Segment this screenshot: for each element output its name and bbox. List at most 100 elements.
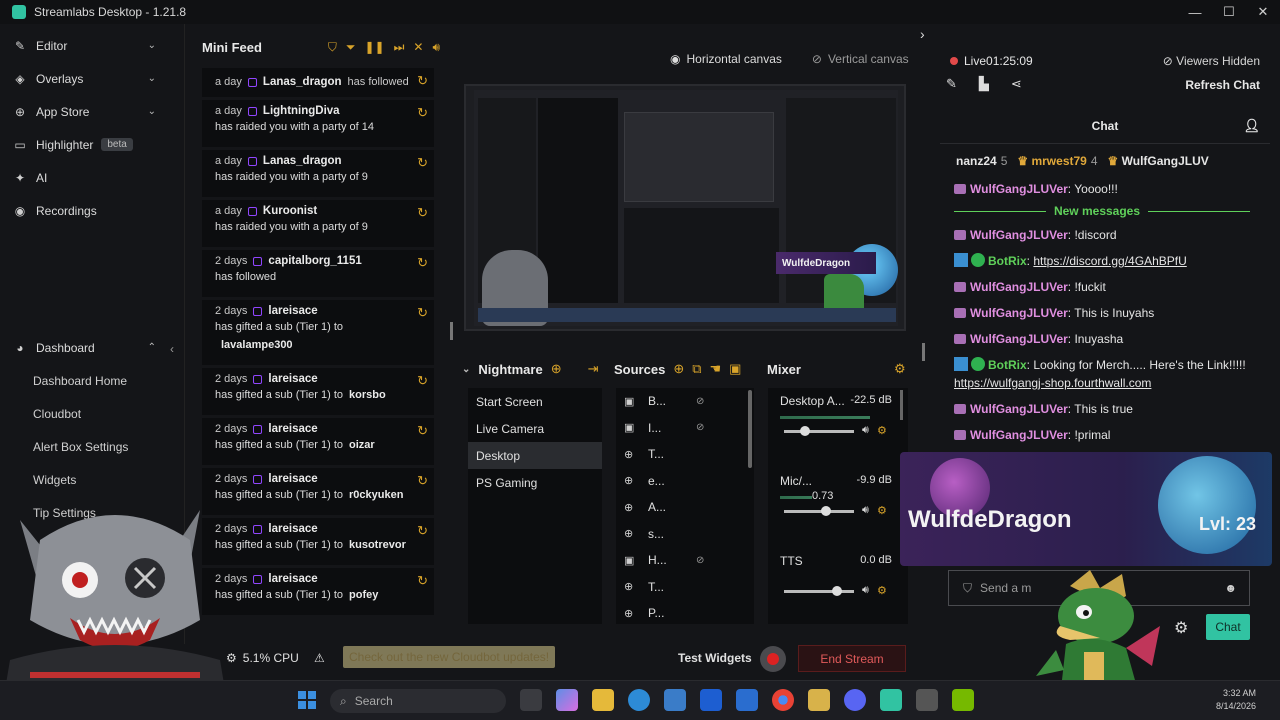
source-item[interactable]: ⊕ T...: [616, 574, 754, 601]
shield-icon[interactable]: ⛉: [328, 40, 337, 55]
volume-icon[interactable]: 🔊︎: [862, 504, 869, 517]
scene-transition-icon[interactable]: ⇥: [588, 361, 599, 377]
feed-item[interactable]: 2 days lareisace has gifted a sub (Tier 1)…: [202, 568, 434, 615]
discord-icon[interactable]: [844, 689, 866, 711]
replay-icon[interactable]: ↻: [417, 73, 428, 89]
chat-link[interactable]: https://wulfgangj-shop.fourthwall.com: [954, 376, 1151, 390]
preview-resize-handle[interactable]: [922, 343, 925, 361]
gear-icon[interactable]: ⚙: [877, 424, 887, 437]
sources-scrollbar[interactable]: [748, 390, 752, 468]
volume-icon[interactable]: 🔊︎: [432, 40, 440, 55]
source-item[interactable]: ▣ I... ⊘: [616, 415, 754, 442]
share-icon[interactable]: ⋖: [1011, 76, 1022, 92]
source-item[interactable]: ⊕ e...: [616, 468, 754, 495]
add-scene-icon[interactable]: ⊕: [551, 361, 562, 377]
source-item[interactable]: ▣ H... ⊘: [616, 547, 754, 574]
source-folder-icon[interactable]: ▣: [729, 361, 741, 377]
feed-item[interactable]: 2 days capitalborg_1151 has followed ↻: [202, 250, 434, 297]
scene-item[interactable]: PS Gaming: [468, 469, 602, 496]
volume-slider-knob[interactable]: [821, 506, 831, 516]
chat-username[interactable]: WulfGangJLUVer: [970, 306, 1068, 320]
replay-icon[interactable]: ↻: [417, 305, 428, 321]
volume-icon[interactable]: 🔊︎: [862, 584, 869, 597]
refresh-chat-button[interactable]: Refresh Chat: [1185, 78, 1260, 92]
pause-icon[interactable]: ❚❚: [364, 40, 384, 55]
cloudbot-notice[interactable]: Check out the new Cloudbot updates!: [343, 646, 556, 668]
streamlabs-taskbar-icon[interactable]: [880, 689, 902, 711]
replay-icon[interactable]: ↻: [417, 105, 428, 121]
feed-item[interactable]: 2 days lareisace has gifted a sub (Tier 1)…: [202, 468, 434, 515]
store-icon[interactable]: ▙: [979, 76, 989, 92]
source-item[interactable]: ⊕ A...: [616, 494, 754, 521]
feed-item[interactable]: 2 days lareisace has gifted a sub (Tier 1)…: [202, 300, 434, 365]
outlook-icon[interactable]: [736, 689, 758, 711]
maximize-button[interactable]: ☐: [1212, 0, 1246, 24]
feed-scrollbar[interactable]: [450, 322, 453, 340]
dropbox-icon[interactable]: [700, 689, 722, 711]
sidebar-item-widgets[interactable]: Widgets: [0, 463, 184, 496]
collapse-chat-icon[interactable]: ›: [920, 26, 925, 42]
mute-alerts-icon[interactable]: ✕: [413, 40, 423, 55]
chevron-down-icon[interactable]: ⌄: [462, 364, 470, 375]
filter-icon[interactable]: ⏷: [346, 40, 356, 55]
user-list-icon[interactable]: 👤︎: [1243, 118, 1260, 134]
chat-username[interactable]: BotRix: [988, 358, 1027, 372]
edge-icon[interactable]: [628, 689, 650, 711]
stream-preview[interactable]: WulfdeDragon: [464, 84, 906, 331]
volume-slider[interactable]: [784, 506, 854, 516]
replay-icon[interactable]: ↻: [417, 523, 428, 539]
sidebar-item-highlighter[interactable]: ▭ Highlighter beta: [0, 128, 184, 161]
source-item[interactable]: ▣ B... ⊘: [616, 388, 754, 415]
feed-item[interactable]: a day Lanas_dragon has followed ↻: [202, 68, 434, 97]
taskbar-app-copilot-icon[interactable]: [556, 689, 578, 711]
nvidia-icon[interactable]: [952, 689, 974, 711]
replay-icon[interactable]: ↻: [417, 373, 428, 389]
source-item[interactable]: ⊕ T...: [616, 441, 754, 468]
source-group-icon[interactable]: ⧉: [692, 361, 701, 377]
chat-username[interactable]: WulfGangJLUVer: [970, 332, 1068, 346]
sidebar-item-app-store[interactable]: ⊕ App Store ⌄: [0, 95, 184, 128]
eye-off-icon[interactable]: ⊘: [696, 555, 704, 566]
taskbar-app-icon[interactable]: [916, 689, 938, 711]
emoji-icon[interactable]: ☻: [1224, 581, 1237, 595]
edit-icon[interactable]: ✎: [946, 76, 957, 92]
scene-item[interactable]: Live Camera: [468, 415, 602, 442]
chat-username[interactable]: BotRix: [988, 254, 1027, 268]
eye-off-icon[interactable]: ⊘: [696, 422, 704, 433]
taskbar-clock[interactable]: 3:32 AM 8/14/2026: [1216, 687, 1256, 713]
chat-username[interactable]: WulfGangJLUVer: [970, 228, 1068, 242]
w-app-icon[interactable]: [808, 689, 830, 711]
feed-item[interactable]: a day LightningDiva has raided you with a …: [202, 100, 434, 147]
volume-slider[interactable]: [784, 586, 854, 596]
mixer-settings-icon[interactable]: ⚙: [894, 361, 906, 377]
feed-item[interactable]: 2 days lareisace has gifted a sub (Tier 1)…: [202, 518, 434, 565]
sidebar-item-alert-box-settings[interactable]: Alert Box Settings: [0, 430, 184, 463]
sidebar-item-editor[interactable]: ✎ Editor ⌄: [0, 29, 184, 62]
mixer-scrollbar[interactable]: [900, 390, 903, 420]
source-hand-icon[interactable]: ☚: [710, 361, 722, 377]
sidebar-item-recordings[interactable]: ◉ Recordings: [0, 194, 184, 227]
replay-icon[interactable]: ↻: [417, 205, 428, 221]
folder-icon[interactable]: [592, 689, 614, 711]
feed-item[interactable]: 2 days lareisace has gifted a sub (Tier 1)…: [202, 418, 434, 465]
feed-item[interactable]: 2 days lareisace has gifted a sub (Tier 1)…: [202, 368, 434, 415]
chat-link[interactable]: https://discord.gg/4GAhBPfU: [1033, 254, 1186, 268]
gear-icon[interactable]: ⚙: [877, 584, 887, 597]
source-item[interactable]: ⊕ P...: [616, 600, 754, 627]
gear-icon[interactable]: ⚙: [877, 504, 887, 517]
scene-collection-name[interactable]: Nightmare: [478, 362, 542, 377]
scene-item[interactable]: Start Screen: [468, 388, 602, 415]
volume-slider[interactable]: [784, 426, 854, 436]
viewers-toggle[interactable]: ⊘ Viewers Hidden: [1163, 54, 1260, 68]
sidebar-item-dashboard[interactable]: ◕ Dashboard ⌃: [0, 331, 184, 364]
windows-start-icon[interactable]: [298, 691, 316, 709]
test-widgets-button[interactable]: Test Widgets: [678, 651, 752, 665]
replay-icon[interactable]: ↻: [417, 155, 428, 171]
sidebar-item-overlays[interactable]: ◈ Overlays ⌄: [0, 62, 184, 95]
replay-icon[interactable]: ↻: [417, 573, 428, 589]
taskbar-app-file-icon[interactable]: [520, 689, 542, 711]
feed-item[interactable]: a day Lanas_dragon has raided you with a p…: [202, 150, 434, 197]
replay-icon[interactable]: ↻: [417, 423, 428, 439]
replay-icon[interactable]: ↻: [417, 255, 428, 271]
chat-send-button[interactable]: Chat: [1206, 614, 1250, 640]
